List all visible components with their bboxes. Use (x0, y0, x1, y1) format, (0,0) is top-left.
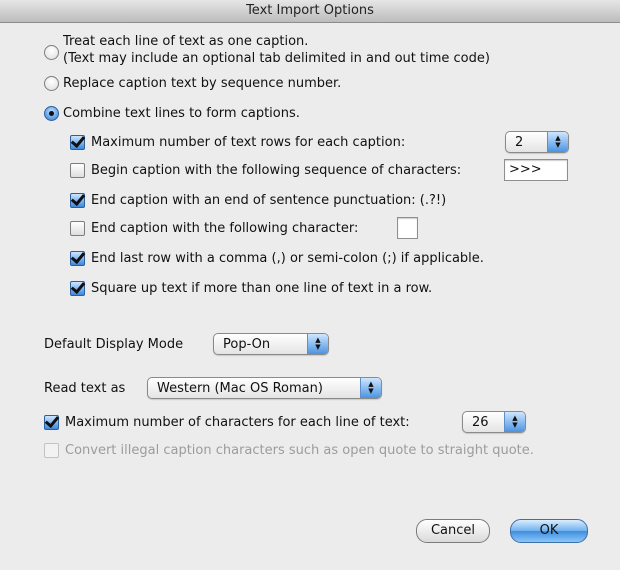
radio-treat-line-label: Treat each line of text as one caption. (63, 34, 309, 49)
end-comma-label: End last row with a comma (,) or semi-co… (91, 251, 484, 266)
max-chars-option[interactable]: Maximum number of characters for each li… (44, 415, 410, 430)
display-mode-value: Pop-On (223, 336, 271, 352)
radio-combine-option[interactable]: Combine text lines to form captions. (44, 106, 300, 121)
read-as-row: Read text as (44, 381, 125, 396)
display-mode-row: Default Display Mode (44, 337, 183, 352)
ok-button[interactable]: OK (510, 519, 588, 543)
max-rows-label: Maximum number of text rows for each cap… (91, 135, 406, 150)
radio-treat-line-option[interactable]: Treat each line of text as one caption. … (44, 33, 490, 67)
begin-seq-label: Begin caption with the following sequenc… (91, 163, 462, 178)
max-rows-value: 2 (515, 134, 524, 150)
end-comma-option[interactable]: End last row with a comma (,) or semi-co… (70, 251, 484, 266)
popup-stepper-icon: ▲ ▼ (504, 412, 525, 432)
end-punct-label: End caption with an end of sentence punc… (91, 193, 447, 208)
end-char-option[interactable]: End caption with the following character… (70, 221, 358, 236)
radio-replace-label: Replace caption text by sequence number. (63, 76, 342, 91)
end-punct-option[interactable]: End caption with an end of sentence punc… (70, 193, 446, 208)
popup-stepper-icon: ▲ ▼ (307, 334, 328, 354)
square-up-option[interactable]: Square up text if more than one line of … (70, 281, 432, 296)
window-title: Text Import Options (246, 3, 374, 18)
square-up-checkbox[interactable] (70, 281, 85, 296)
begin-seq-checkbox[interactable] (70, 163, 85, 178)
convert-quotes-checkbox (44, 443, 59, 458)
max-chars-checkbox[interactable] (44, 415, 59, 430)
read-as-value: Western (Mac OS Roman) (157, 380, 323, 396)
end-char-label: End caption with the following character… (91, 221, 359, 236)
radio-combine-label: Combine text lines to form captions. (63, 106, 300, 121)
window-title-bar: Text Import Options (0, 0, 620, 23)
read-as-popup[interactable]: Western (Mac OS Roman) ▲ ▼ (147, 377, 382, 399)
begin-seq-option[interactable]: Begin caption with the following sequenc… (70, 163, 461, 178)
radio-treat-line-note: (Text may include an optional tab delimi… (63, 51, 490, 66)
end-comma-checkbox[interactable] (70, 251, 85, 266)
read-as-label: Read text as (44, 381, 126, 396)
radio-treat-line[interactable] (44, 45, 59, 60)
max-rows-checkbox[interactable] (70, 135, 85, 150)
max-chars-value: 26 (472, 414, 489, 430)
max-chars-popup[interactable]: 26 ▲ ▼ (462, 411, 526, 433)
end-char-input[interactable] (397, 217, 418, 239)
radio-combine[interactable] (44, 106, 59, 121)
radio-replace-option[interactable]: Replace caption text by sequence number. (44, 76, 341, 91)
end-char-checkbox[interactable] (70, 221, 85, 236)
convert-quotes-option: Convert illegal caption characters such … (44, 443, 534, 458)
cancel-button[interactable]: Cancel (416, 519, 490, 543)
convert-quotes-label: Convert illegal caption characters such … (65, 443, 534, 458)
square-up-label: Square up text if more than one line of … (91, 281, 433, 296)
display-mode-popup[interactable]: Pop-On ▲ ▼ (213, 333, 329, 355)
display-mode-label: Default Display Mode (44, 337, 184, 352)
radio-replace[interactable] (44, 76, 59, 91)
end-punct-checkbox[interactable] (70, 193, 85, 208)
begin-seq-input[interactable]: >>> (504, 159, 568, 181)
popup-stepper-icon: ▲ ▼ (547, 132, 568, 152)
popup-stepper-icon: ▲ ▼ (360, 378, 381, 398)
max-rows-option[interactable]: Maximum number of text rows for each cap… (70, 135, 405, 150)
max-chars-label: Maximum number of characters for each li… (65, 415, 410, 430)
text-import-options-dialog: Treat each line of text as one caption. … (0, 23, 620, 570)
max-rows-popup[interactable]: 2 ▲ ▼ (505, 131, 569, 153)
